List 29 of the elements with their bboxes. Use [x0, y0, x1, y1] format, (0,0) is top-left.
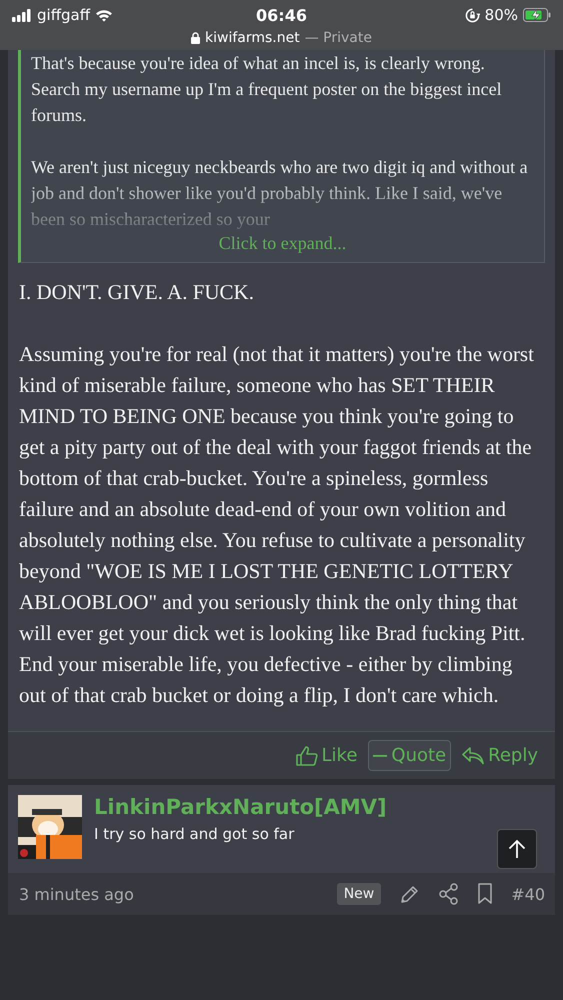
battery-percent: 80%	[484, 6, 518, 24]
private-label: — Private	[304, 30, 372, 46]
rotation-lock-icon	[464, 8, 480, 22]
post-paragraph: I. DON'T. GIVE. A. FUCK.	[19, 279, 255, 306]
reply-arrow-icon	[462, 746, 484, 764]
clock-time: 06:46	[256, 6, 307, 24]
thumbs-up-icon	[296, 746, 318, 766]
wifi-icon	[95, 8, 114, 22]
quote-paragraph: That's because you're idea of what an incel is, is clearly wrong. Search my username up I'm a frequent poster on the biggest incel forums.	[31, 52, 503, 127]
scroll-to-top-button[interactable]	[497, 829, 537, 869]
carrier-name: giffgaff	[37, 6, 90, 24]
share-icon[interactable]	[439, 883, 460, 905]
battery-charging-icon	[523, 8, 551, 22]
user-title: I try so hard and got so far	[94, 825, 296, 843]
minus-icon	[373, 754, 388, 758]
new-badge: New	[336, 883, 382, 905]
bookmark-icon[interactable]	[477, 883, 494, 905]
username-link[interactable]: LinkinParkxNaruto[AMV]	[94, 795, 387, 819]
post-paragraph: Assuming you're for real (not that it matters) you're the worst kind of miserable failure, someone who has SET THEIR MIND TO BEING ONE because you think you're going to get a pity party out of the deal with your faggot friends at the bottom of that crab-bucket. You're a spineless, gormless failure and an absolute dead-end of your own volition and absolutely nothing else. You refuse to cultivate a personality beyond "WOE IS ME I LOST THE GENETIC LOTTERY ABLOOBLOO" and you seriously think the only thing that will ever get your dick wet is looking like Brad fucking Pitt. End your miserable life, you defective - either by climbing out of that crab bucket or doing a flip, I don't care which.	[19, 341, 535, 709]
post-number[interactable]: #40	[511, 884, 545, 904]
url-text[interactable]: kiwifarms.net	[205, 30, 300, 46]
lock-icon	[191, 32, 200, 44]
like-button[interactable]: Like	[290, 740, 362, 771]
post-time[interactable]: 3 minutes ago	[19, 884, 134, 904]
up-arrow-icon	[508, 839, 526, 859]
quote-button[interactable]: Quote	[368, 740, 452, 771]
reply-button[interactable]: Reply	[457, 740, 543, 771]
expand-link[interactable]: Click to expand...	[218, 233, 346, 254]
signal-icon	[12, 8, 32, 22]
